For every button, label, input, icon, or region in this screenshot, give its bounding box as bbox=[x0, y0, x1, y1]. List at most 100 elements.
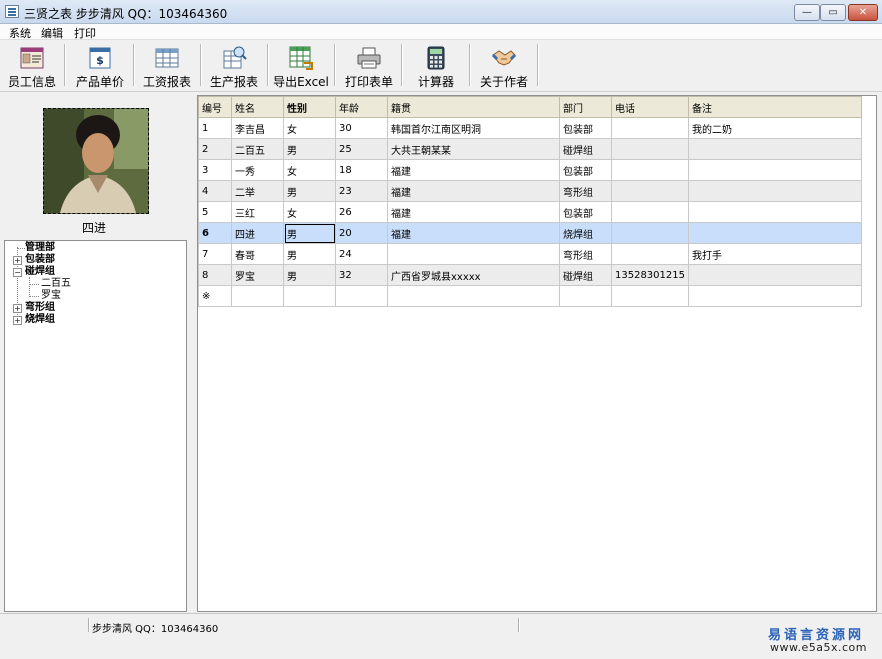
cell-id[interactable]: 8 bbox=[198, 264, 232, 286]
cell-phone[interactable] bbox=[611, 159, 689, 181]
cell-id[interactable]: 3 bbox=[198, 159, 232, 181]
cell-gender[interactable]: 男 bbox=[283, 222, 336, 244]
column-header-department[interactable]: 部门 bbox=[559, 96, 612, 118]
cell-hometown[interactable]: 大共王朝某某 bbox=[387, 138, 560, 160]
cell-phone[interactable] bbox=[611, 180, 689, 202]
cell-gender[interactable]: 男 bbox=[283, 243, 336, 265]
cell-gender[interactable]: 女 bbox=[283, 159, 336, 181]
column-header-hometown[interactable]: 籍贯 bbox=[387, 96, 560, 118]
employee-grid[interactable]: 编号 姓名 性别 年龄 籍贯 部门 电话 备注 1 李吉昌女 30 韩国首尔江南区明洞… bbox=[197, 95, 877, 612]
cell-age[interactable]: 20 bbox=[335, 222, 388, 244]
new-row[interactable]: ※ bbox=[198, 285, 862, 307]
table-row[interactable]: 8 罗宝男 32 广西省罗城县xxxxx 碰焊组 13528301215 bbox=[198, 264, 862, 286]
toolbar-button-product-price[interactable]: $ 产品单价 bbox=[70, 42, 130, 89]
cell-name[interactable]: 李吉昌 bbox=[231, 117, 284, 139]
cell-id[interactable]: 5 bbox=[198, 201, 232, 223]
cell-id[interactable]: 6 bbox=[198, 222, 232, 244]
cell-phone[interactable] bbox=[611, 222, 689, 244]
cell-empty[interactable] bbox=[283, 285, 336, 307]
cell-hometown[interactable] bbox=[387, 243, 560, 265]
table-row[interactable]: 2 二百五男 25 大共王朝某某 碰焊组 bbox=[198, 138, 862, 160]
maximize-button[interactable]: ▭ bbox=[820, 4, 846, 21]
toolbar-button-print-form[interactable]: 打印表单 bbox=[339, 42, 399, 89]
new-row-marker[interactable]: ※ bbox=[198, 285, 232, 307]
toolbar-button-export-excel[interactable]: 导出Excel bbox=[271, 42, 331, 89]
cell-empty[interactable] bbox=[559, 285, 612, 307]
table-row[interactable]: 4 二举男 23 福建 弯形组 bbox=[198, 180, 862, 202]
cell-empty[interactable] bbox=[231, 285, 284, 307]
cell-hometown[interactable]: 韩国首尔江南区明洞 bbox=[387, 117, 560, 139]
cell-phone[interactable] bbox=[611, 138, 689, 160]
cell-name[interactable]: 二举 bbox=[231, 180, 284, 202]
cell-hometown[interactable]: 福建 bbox=[387, 180, 560, 202]
toolbar-button-salary-report[interactable]: 工资报表 bbox=[138, 42, 196, 89]
tree-node-bending[interactable]: 弯形组 bbox=[25, 302, 55, 314]
cell-empty[interactable] bbox=[387, 285, 560, 307]
tree-expand-icon[interactable]: + bbox=[13, 316, 22, 325]
cell-gender[interactable]: 女 bbox=[283, 201, 336, 223]
cell-age[interactable]: 30 bbox=[335, 117, 388, 139]
menu-system[interactable]: 系统 bbox=[9, 25, 31, 41]
cell-department[interactable]: 包装部 bbox=[559, 159, 612, 181]
cell-age[interactable]: 26 bbox=[335, 201, 388, 223]
cell-age[interactable]: 24 bbox=[335, 243, 388, 265]
cell-department[interactable]: 包装部 bbox=[559, 117, 612, 139]
tree-node-packaging[interactable]: 包装部 bbox=[25, 254, 55, 266]
cell-department[interactable]: 弯形组 bbox=[559, 180, 612, 202]
department-tree[interactable]: 管理部 + 包装部 − 碰焊组 二百五 罗宝 + 弯形组 + 烧焊组 bbox=[4, 240, 187, 612]
tree-node-employee[interactable]: 罗宝 bbox=[41, 290, 61, 302]
cell-department[interactable]: 烧焊组 bbox=[559, 222, 612, 244]
cell-gender[interactable]: 男 bbox=[283, 138, 336, 160]
cell-age[interactable]: 25 bbox=[335, 138, 388, 160]
tree-node-employee[interactable]: 二百五 bbox=[41, 278, 71, 290]
table-row[interactable]: 5 三红女 26 福建 包装部 bbox=[198, 201, 862, 223]
tree-node-management[interactable]: 管理部 bbox=[25, 242, 55, 254]
tree-node-brazing[interactable]: 烧焊组 bbox=[25, 314, 55, 326]
table-row[interactable]: 1 李吉昌女 30 韩国首尔江南区明洞 包装部 我的二奶 bbox=[198, 117, 862, 139]
cell-id[interactable]: 7 bbox=[198, 243, 232, 265]
toolbar-button-employee-info[interactable]: 员工信息 bbox=[4, 42, 60, 89]
cell-gender[interactable]: 男 bbox=[283, 180, 336, 202]
cell-age[interactable]: 32 bbox=[335, 264, 388, 286]
cell-department[interactable]: 弯形组 bbox=[559, 243, 612, 265]
cell-age[interactable]: 23 bbox=[335, 180, 388, 202]
menu-print[interactable]: 打印 bbox=[74, 25, 96, 41]
minimize-button[interactable]: — bbox=[794, 4, 820, 21]
cell-hometown[interactable]: 福建 bbox=[387, 201, 560, 223]
cell-department[interactable]: 包装部 bbox=[559, 201, 612, 223]
cell-notes[interactable]: 我打手 bbox=[688, 243, 862, 265]
cell-hometown[interactable]: 福建 bbox=[387, 159, 560, 181]
cell-notes[interactable] bbox=[688, 201, 862, 223]
menu-edit[interactable]: 编辑 bbox=[41, 25, 63, 41]
column-header-notes[interactable]: 备注 bbox=[688, 96, 862, 118]
column-header-phone[interactable]: 电话 bbox=[611, 96, 689, 118]
column-header-name[interactable]: 姓名 bbox=[231, 96, 284, 118]
cell-phone[interactable] bbox=[611, 243, 689, 265]
cell-notes[interactable]: 我的二奶 bbox=[688, 117, 862, 139]
cell-department[interactable]: 碰焊组 bbox=[559, 264, 612, 286]
cell-notes[interactable] bbox=[688, 264, 862, 286]
cell-name[interactable]: 一秀 bbox=[231, 159, 284, 181]
cell-name[interactable]: 三红 bbox=[231, 201, 284, 223]
cell-name[interactable]: 二百五 bbox=[231, 138, 284, 160]
toolbar-button-about-author[interactable]: 关于作者 bbox=[474, 42, 534, 89]
cell-department[interactable]: 碰焊组 bbox=[559, 138, 612, 160]
toolbar-button-production-report[interactable]: 生产报表 bbox=[205, 42, 263, 89]
cell-gender[interactable]: 男 bbox=[283, 264, 336, 286]
cell-notes[interactable] bbox=[688, 180, 862, 202]
tree-collapse-icon[interactable]: − bbox=[13, 268, 22, 277]
column-header-gender[interactable]: 性别 bbox=[283, 96, 336, 118]
tree-expand-icon[interactable]: + bbox=[13, 256, 22, 265]
toolbar-button-calculator[interactable]: 计算器 bbox=[406, 42, 466, 89]
cell-hometown[interactable]: 福建 bbox=[387, 222, 560, 244]
cell-id[interactable]: 4 bbox=[198, 180, 232, 202]
cell-name[interactable]: 四进 bbox=[231, 222, 284, 244]
cell-name[interactable]: 罗宝 bbox=[231, 264, 284, 286]
cell-empty[interactable] bbox=[611, 285, 689, 307]
cell-phone[interactable] bbox=[611, 117, 689, 139]
cell-empty[interactable] bbox=[335, 285, 388, 307]
table-row[interactable]: 7 春哥男 24 弯形组 我打手 bbox=[198, 243, 862, 265]
table-row[interactable]: 6 四进男 20 福建 烧焊组 bbox=[198, 222, 862, 244]
cell-phone[interactable]: 13528301215 bbox=[611, 264, 689, 286]
tree-expand-icon[interactable]: + bbox=[13, 304, 22, 313]
